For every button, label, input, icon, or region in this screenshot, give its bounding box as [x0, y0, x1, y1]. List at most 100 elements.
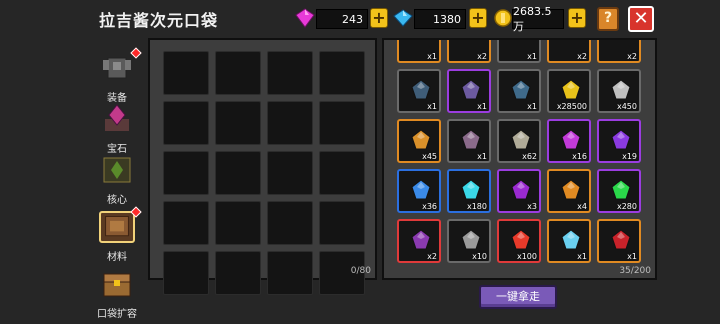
buy-blue-gem-button[interactable]: + — [469, 8, 487, 28]
sidebar-item-expand[interactable]: 口袋扩容 — [95, 268, 139, 320]
empty-slot[interactable] — [319, 101, 365, 145]
inventory-item[interactable]: x280 — [597, 169, 641, 213]
inventory-item[interactable]: x16 — [547, 119, 591, 163]
inventory-item[interactable]: x4 — [547, 169, 591, 213]
help-button[interactable]: ? — [597, 7, 619, 31]
empty-slot[interactable] — [215, 251, 261, 295]
cyan-star-icon — [461, 179, 481, 200]
core-icon — [103, 157, 131, 183]
inventory-capacity-counter: 35/200 — [619, 266, 651, 276]
sidebar-item-core[interactable]: 核心 — [95, 154, 139, 206]
empty-slot[interactable] — [319, 201, 365, 245]
blue-gem-count: 1380 — [414, 9, 466, 29]
empty-slot[interactable] — [215, 201, 261, 245]
badge-icon — [461, 79, 481, 100]
empty-slot[interactable] — [163, 251, 209, 295]
orange-crystal-icon — [561, 179, 581, 200]
item-quantity: x280 — [616, 202, 637, 211]
inventory-item[interactable]: x2 — [397, 219, 441, 263]
item-quantity: x1 — [477, 152, 487, 161]
close-button[interactable]: ✕ — [628, 6, 654, 32]
sidebar-item-gems[interactable]: 宝石 — [95, 103, 139, 155]
stone-tablet-icon — [511, 79, 531, 100]
empty-slot[interactable] — [267, 251, 313, 295]
empty-slot[interactable] — [267, 101, 313, 145]
sidebar-item-materials[interactable]: 材料 — [95, 206, 142, 263]
sidebar-item-label: 宝石 — [107, 144, 127, 155]
item-quantity: x1 — [427, 52, 437, 61]
empty-slot[interactable] — [319, 151, 365, 195]
empty-slot[interactable] — [163, 101, 209, 145]
inventory-item[interactable]: x1 — [497, 69, 541, 113]
buy-coin-button[interactable]: + — [568, 8, 586, 28]
potion-icon — [411, 229, 431, 250]
inventory-item[interactable]: x1 — [597, 219, 641, 263]
item-quantity: x2 — [577, 52, 587, 61]
item-quantity: x2 — [477, 52, 487, 61]
inventory-item[interactable]: x10 — [447, 219, 491, 263]
dust-pile-icon — [411, 129, 431, 150]
inventory-item[interactable]: x45 — [397, 119, 441, 163]
inventory-item[interactable]: x100 — [497, 219, 541, 263]
buy-pink-gem-button[interactable]: + — [370, 8, 388, 28]
inventory-item[interactable]: x36 — [397, 169, 441, 213]
item-quantity: x180 — [466, 202, 487, 211]
item-quantity: x19 — [622, 152, 637, 161]
item-quantity: x1 — [527, 52, 537, 61]
inventory-item[interactable]: x180 — [447, 169, 491, 213]
inventory-item[interactable]: x3 — [497, 169, 541, 213]
inventory-item[interactable]: x62 — [497, 119, 541, 163]
inventory-item[interactable]: x450 — [597, 69, 641, 113]
item-quantity: x1 — [577, 252, 587, 261]
take-all-button[interactable]: 一键拿走 — [479, 285, 557, 309]
sidebar-item-label: 材料 — [107, 252, 127, 263]
empty-slot[interactable] — [163, 51, 209, 95]
empty-slot[interactable] — [319, 51, 365, 95]
purple-orb-icon — [511, 179, 531, 200]
purple-crystal-icon — [611, 129, 631, 150]
pocket-storage-panel: 0/80 — [148, 38, 377, 295]
item-quantity: x45 — [422, 152, 437, 161]
empty-slot[interactable] — [215, 101, 261, 145]
materials-item-grid: x1 x2 x1 x2 x2 x1 x1 x1 x28500 x450 x45 x1 x62 x16 x19… — [397, 40, 641, 263]
empty-slot[interactable] — [267, 151, 313, 195]
inventory-item-partial[interactable]: x2 — [447, 40, 491, 63]
inventory-item-partial[interactable]: x1 — [397, 40, 441, 63]
empty-slot[interactable] — [215, 151, 261, 195]
pocket-capacity-counter: 0/80 — [350, 266, 371, 276]
coin-count: 2683.5万 — [512, 5, 564, 33]
item-quantity: x16 — [572, 152, 587, 161]
inventory-item[interactable]: x1 — [397, 69, 441, 113]
empty-slot[interactable] — [163, 151, 209, 195]
inventory-item[interactable]: x28500 — [547, 69, 591, 113]
empty-slot[interactable] — [267, 51, 313, 95]
inventory-item[interactable]: x1 — [447, 69, 491, 113]
empty-slot[interactable] — [215, 51, 261, 95]
pink-gem-count: 243 — [316, 9, 368, 29]
inventory-item[interactable]: x1 — [447, 119, 491, 163]
pink-gem-icon — [295, 8, 315, 28]
pocket-slot-grid — [163, 51, 365, 295]
inventory-item[interactable]: x1 — [547, 219, 591, 263]
item-quantity: x28500 — [556, 102, 587, 111]
item-quantity: x36 — [422, 202, 437, 211]
stone-icon — [511, 129, 531, 150]
sidebar-item-equipment[interactable]: 装备 — [95, 47, 142, 104]
empty-slot[interactable] — [267, 201, 313, 245]
crossbow-icon — [461, 129, 481, 150]
sidebar-item-label: 装备 — [107, 93, 127, 104]
inventory-item[interactable]: x19 — [597, 119, 641, 163]
gray-rocks-icon — [461, 229, 481, 250]
ore-pile-icon — [611, 79, 631, 100]
ice-crystal-icon — [561, 229, 581, 250]
inventory-item-partial[interactable]: x2 — [597, 40, 641, 63]
inventory-item-partial[interactable]: x2 — [547, 40, 591, 63]
inventory-item-partial[interactable]: x1 — [497, 40, 541, 63]
sidebar-item-label: 核心 — [107, 195, 127, 206]
blue-gem-icon — [393, 9, 413, 27]
item-quantity: x100 — [516, 252, 537, 261]
empty-slot[interactable] — [163, 201, 209, 245]
coin-icon — [494, 9, 512, 27]
item-quantity: x10 — [472, 252, 487, 261]
gem-icon — [105, 104, 129, 131]
